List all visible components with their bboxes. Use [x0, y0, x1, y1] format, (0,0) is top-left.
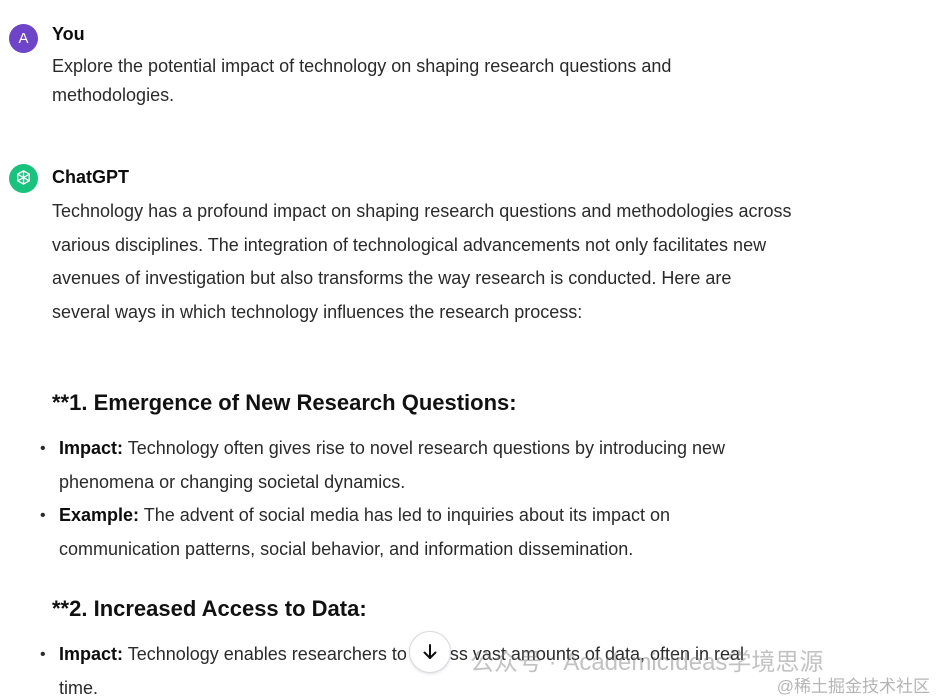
- bullet-text: The advent of social media has led to in…: [59, 505, 671, 559]
- bullet-icon: •: [40, 440, 46, 457]
- bullet-label: Impact:: [59, 644, 124, 664]
- assistant-author-name: ChatGPT: [52, 167, 130, 187]
- bullet-icon: •: [40, 646, 46, 663]
- section-heading: **2. Increased Access to Data:: [52, 596, 367, 621]
- bullet-label: Example:: [59, 505, 140, 525]
- chat-window: A You Explore the potential impact of te…: [0, 0, 938, 699]
- bullet-text: Technology often gives rise to novel res…: [59, 438, 726, 492]
- user-author-name: You: [52, 24, 85, 44]
- user-avatar: A: [9, 24, 38, 53]
- scroll-to-bottom-button[interactable]: [409, 631, 451, 673]
- corner-watermark: @稀土掘金技术社区: [776, 677, 930, 696]
- user-message-text: Explore the potential impact of technolo…: [52, 56, 672, 105]
- arrow-down-icon: [423, 644, 437, 659]
- assistant-intro-text: Technology has a profound impact on shap…: [52, 201, 792, 322]
- bullet-icon: •: [40, 507, 46, 524]
- chatgpt-logo-icon: [9, 164, 38, 193]
- bullet-label: Impact:: [59, 438, 124, 458]
- watermark: 公众号 · AcademicIdeas学境思源: [470, 649, 824, 676]
- user-avatar-initial: A: [18, 30, 29, 47]
- section-heading: **1. Emergence of New Research Questions…: [52, 390, 517, 415]
